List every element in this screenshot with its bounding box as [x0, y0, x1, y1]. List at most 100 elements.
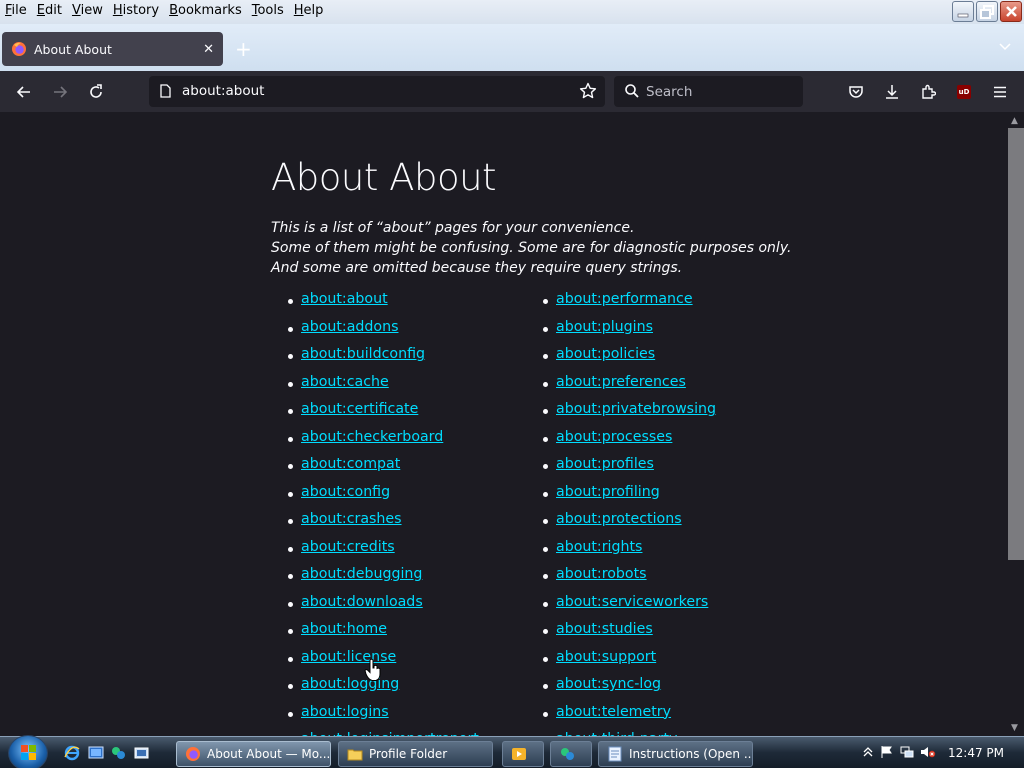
menu-label-rest: dit	[45, 3, 62, 18]
about-link-serviceworkers[interactable]: about:serviceworkers	[556, 594, 708, 610]
messenger-icon[interactable]	[110, 745, 126, 761]
tab-about-about[interactable]: About About ✕	[2, 32, 223, 66]
about-link-checkerboard[interactable]: about:checkerboard	[301, 429, 443, 445]
search-bar[interactable]: Search	[614, 76, 803, 107]
minimize-button[interactable]	[952, 1, 974, 22]
about-link-performance[interactable]: about:performance	[556, 291, 693, 307]
url-bar[interactable]: about:about	[149, 76, 605, 107]
list-item: about:protections	[542, 511, 716, 539]
about-link-compat[interactable]: about:compat	[301, 456, 400, 472]
close-window-button[interactable]	[1000, 1, 1022, 22]
about-link-debugging[interactable]: about:debugging	[301, 566, 422, 582]
menu-view[interactable]: View	[67, 3, 108, 18]
about-link-downloads[interactable]: about:downloads	[301, 594, 423, 610]
action-center-flag-icon[interactable]	[880, 745, 894, 759]
about-link-plugins[interactable]: about:plugins	[556, 319, 653, 335]
notepad-icon	[608, 746, 622, 762]
menu-edit[interactable]: Edit	[32, 3, 67, 18]
show-desktop-icon[interactable]	[88, 745, 104, 761]
ublock-origin-icon: uD	[957, 85, 971, 99]
menu-access-key: H	[293, 3, 304, 18]
search-placeholder: Search	[646, 84, 693, 100]
about-link-support[interactable]: about:support	[556, 649, 656, 665]
about-link-profiling[interactable]: about:profiling	[556, 484, 660, 500]
internet-explorer-icon[interactable]	[64, 745, 80, 761]
forward-button[interactable]	[50, 82, 70, 102]
pocket-button[interactable]	[846, 82, 866, 102]
taskbar-firefox[interactable]: About About — Mo...	[176, 741, 331, 767]
about-link-privatebrowsing[interactable]: about:privatebrowsing	[556, 401, 716, 417]
about-link-preferences[interactable]: about:preferences	[556, 374, 686, 390]
about-links-column-2: about:performance about:plugins about:poli…	[542, 291, 716, 736]
list-item: about:profiles	[542, 456, 716, 484]
reload-button[interactable]	[86, 82, 106, 102]
arrow-right-icon	[54, 86, 68, 98]
taskbar-messenger[interactable]	[550, 741, 592, 767]
menu-tools[interactable]: Tools	[247, 3, 289, 18]
extensions-button[interactable]	[918, 82, 938, 102]
about-link-protections[interactable]: about:protections	[556, 511, 682, 527]
menu-file[interactable]: File	[0, 3, 32, 18]
new-tab-button[interactable]: +	[235, 39, 252, 59]
about-link-buildconfig[interactable]: about:buildconfig	[301, 346, 425, 362]
bookmark-star-icon[interactable]	[579, 82, 597, 100]
restore-button[interactable]	[976, 1, 998, 22]
list-item: about:home	[288, 621, 479, 649]
back-button[interactable]	[14, 82, 34, 102]
volume-muted-icon[interactable]	[920, 745, 936, 759]
about-link-cache[interactable]: about:cache	[301, 374, 389, 390]
list-item: about:rights	[542, 539, 716, 567]
close-tab-icon[interactable]: ✕	[203, 42, 214, 57]
about-link-profiles[interactable]: about:profiles	[556, 456, 654, 472]
puzzle-icon	[922, 84, 936, 99]
about-link-about[interactable]: about:about	[301, 291, 388, 307]
taskbar-button-label: Instructions (Open ...	[629, 747, 753, 761]
about-link-crashes[interactable]: about:crashes	[301, 511, 402, 527]
tab-title: About About	[34, 41, 112, 57]
chevron-down-icon[interactable]	[998, 40, 1012, 54]
menu-bookmarks[interactable]: Bookmarks	[164, 3, 247, 18]
description-line: Some of them might be confusing. Some ar…	[271, 240, 792, 256]
about-link-logging[interactable]: about:logging	[301, 676, 399, 692]
about-link-credits[interactable]: about:credits	[301, 539, 395, 555]
app-menu-button[interactable]	[990, 82, 1010, 102]
taskbar-profile-folder[interactable]: Profile Folder	[338, 741, 493, 767]
about-link-config[interactable]: about:config	[301, 484, 390, 500]
list-item: about:preferences	[542, 374, 716, 402]
about-link-robots[interactable]: about:robots	[556, 566, 647, 582]
start-button[interactable]	[8, 735, 48, 768]
list-item: about:support	[542, 649, 716, 677]
about-link-addons[interactable]: about:addons	[301, 319, 398, 335]
about-link-sync-log[interactable]: about:sync-log	[556, 676, 661, 692]
switch-windows-icon[interactable]	[134, 745, 150, 761]
about-link-telemetry[interactable]: about:telemetry	[556, 704, 671, 720]
about-link-policies[interactable]: about:policies	[556, 346, 655, 362]
about-link-home[interactable]: about:home	[301, 621, 387, 637]
taskbar-media-player[interactable]	[502, 741, 544, 767]
network-icon[interactable]	[900, 745, 914, 759]
about-link-rights[interactable]: about:rights	[556, 539, 642, 555]
show-hidden-icons-icon[interactable]	[862, 745, 874, 759]
about-link-processes[interactable]: about:processes	[556, 429, 672, 445]
scrollbar-thumb[interactable]	[1008, 128, 1024, 560]
about-link-studies[interactable]: about:studies	[556, 621, 653, 637]
menu-label-rest: iew	[80, 3, 103, 18]
ublock-button[interactable]: uD	[954, 82, 974, 102]
url-text[interactable]: about:about	[182, 83, 264, 99]
tab-strip: About About ✕ +	[0, 24, 1024, 71]
taskbar-instructions[interactable]: Instructions (Open ...	[598, 741, 753, 767]
firefox-icon	[186, 747, 200, 761]
clock[interactable]: 12:47 PM	[948, 746, 1004, 760]
scroll-up-icon[interactable]: ▲	[1011, 116, 1018, 126]
downloads-button[interactable]	[882, 82, 902, 102]
menu-history[interactable]: History	[108, 3, 164, 18]
about-link-logins[interactable]: about:logins	[301, 704, 389, 720]
vertical-scrollbar[interactable]: ▲ ▼	[1006, 112, 1024, 736]
menu-help[interactable]: Help	[289, 3, 329, 18]
about-link-certificate[interactable]: about:certificate	[301, 401, 418, 417]
description-line: And some are omitted because they requir…	[271, 260, 683, 276]
page-content: About About This is a list of “about” pa…	[0, 112, 1006, 736]
list-item: about:logins	[288, 704, 479, 732]
scroll-down-icon[interactable]: ▼	[1011, 723, 1018, 733]
download-icon	[886, 85, 898, 99]
